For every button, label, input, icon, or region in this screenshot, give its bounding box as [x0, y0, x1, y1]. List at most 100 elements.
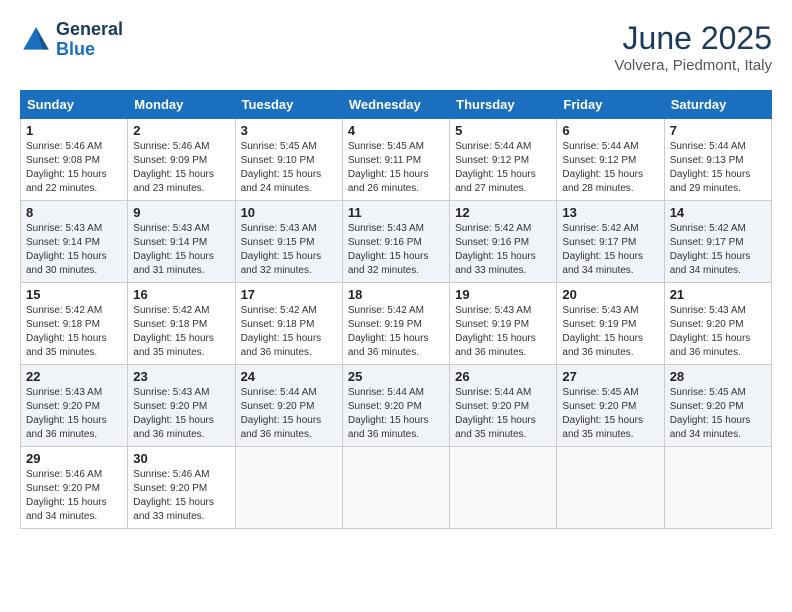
calendar-cell: 17 Sunrise: 5:42 AM Sunset: 9:18 PM Dayl… [235, 283, 342, 365]
day-number: 2 [133, 123, 229, 138]
day-number: 12 [455, 205, 551, 220]
day-info: Sunrise: 5:42 AM Sunset: 9:17 PM Dayligh… [670, 222, 766, 278]
calendar-cell: 9 Sunrise: 5:43 AM Sunset: 9:14 PM Dayli… [128, 201, 235, 283]
day-info: Sunrise: 5:42 AM Sunset: 9:18 PM Dayligh… [133, 304, 229, 360]
day-info: Sunrise: 5:46 AM Sunset: 9:08 PM Dayligh… [26, 140, 122, 196]
day-info: Sunrise: 5:42 AM Sunset: 9:17 PM Dayligh… [562, 222, 658, 278]
calendar-cell: 10 Sunrise: 5:43 AM Sunset: 9:15 PM Dayl… [235, 201, 342, 283]
calendar-cell: 14 Sunrise: 5:42 AM Sunset: 9:17 PM Dayl… [664, 201, 771, 283]
calendar-cell: 16 Sunrise: 5:42 AM Sunset: 9:18 PM Dayl… [128, 283, 235, 365]
calendar-cell: 2 Sunrise: 5:46 AM Sunset: 9:09 PM Dayli… [128, 119, 235, 201]
title-block: June 2025 Volvera, Piedmont, Italy [614, 20, 772, 74]
day-info: Sunrise: 5:44 AM Sunset: 9:20 PM Dayligh… [348, 386, 444, 442]
day-info: Sunrise: 5:42 AM Sunset: 9:18 PM Dayligh… [26, 304, 122, 360]
calendar-cell: 15 Sunrise: 5:42 AM Sunset: 9:18 PM Dayl… [21, 283, 128, 365]
calendar-header-monday: Monday [128, 91, 235, 119]
calendar-cell: 25 Sunrise: 5:44 AM Sunset: 9:20 PM Dayl… [342, 365, 449, 447]
calendar-cell: 30 Sunrise: 5:46 AM Sunset: 9:20 PM Dayl… [128, 447, 235, 529]
calendar-cell: 7 Sunrise: 5:44 AM Sunset: 9:13 PM Dayli… [664, 119, 771, 201]
day-info: Sunrise: 5:45 AM Sunset: 9:20 PM Dayligh… [562, 386, 658, 442]
month-title: June 2025 [614, 20, 772, 57]
day-number: 4 [348, 123, 444, 138]
day-number: 9 [133, 205, 229, 220]
day-info: Sunrise: 5:46 AM Sunset: 9:09 PM Dayligh… [133, 140, 229, 196]
calendar-cell: 24 Sunrise: 5:44 AM Sunset: 9:20 PM Dayl… [235, 365, 342, 447]
calendar-header-row: SundayMondayTuesdayWednesdayThursdayFrid… [21, 91, 772, 119]
calendar-header-sunday: Sunday [21, 91, 128, 119]
calendar-cell [342, 447, 449, 529]
calendar-cell: 22 Sunrise: 5:43 AM Sunset: 9:20 PM Dayl… [21, 365, 128, 447]
day-info: Sunrise: 5:45 AM Sunset: 9:20 PM Dayligh… [670, 386, 766, 442]
day-number: 7 [670, 123, 766, 138]
calendar-header-tuesday: Tuesday [235, 91, 342, 119]
calendar-week-1: 1 Sunrise: 5:46 AM Sunset: 9:08 PM Dayli… [21, 119, 772, 201]
calendar-cell [235, 447, 342, 529]
calendar-table: SundayMondayTuesdayWednesdayThursdayFrid… [20, 90, 772, 529]
calendar-cell: 28 Sunrise: 5:45 AM Sunset: 9:20 PM Dayl… [664, 365, 771, 447]
day-info: Sunrise: 5:42 AM Sunset: 9:18 PM Dayligh… [241, 304, 337, 360]
calendar-week-2: 8 Sunrise: 5:43 AM Sunset: 9:14 PM Dayli… [21, 201, 772, 283]
calendar-week-5: 29 Sunrise: 5:46 AM Sunset: 9:20 PM Dayl… [21, 447, 772, 529]
location-subtitle: Volvera, Piedmont, Italy [614, 57, 772, 74]
day-number: 18 [348, 287, 444, 302]
calendar-cell: 1 Sunrise: 5:46 AM Sunset: 9:08 PM Dayli… [21, 119, 128, 201]
day-info: Sunrise: 5:43 AM Sunset: 9:14 PM Dayligh… [26, 222, 122, 278]
day-number: 24 [241, 369, 337, 384]
day-number: 15 [26, 287, 122, 302]
logo-icon [20, 24, 52, 56]
calendar-cell [557, 447, 664, 529]
calendar-cell: 26 Sunrise: 5:44 AM Sunset: 9:20 PM Dayl… [450, 365, 557, 447]
calendar-week-4: 22 Sunrise: 5:43 AM Sunset: 9:20 PM Dayl… [21, 365, 772, 447]
day-number: 30 [133, 451, 229, 466]
day-info: Sunrise: 5:43 AM Sunset: 9:19 PM Dayligh… [455, 304, 551, 360]
day-number: 13 [562, 205, 658, 220]
logo: General Blue [20, 20, 123, 60]
day-number: 19 [455, 287, 551, 302]
day-info: Sunrise: 5:44 AM Sunset: 9:12 PM Dayligh… [562, 140, 658, 196]
day-number: 23 [133, 369, 229, 384]
day-number: 27 [562, 369, 658, 384]
day-number: 3 [241, 123, 337, 138]
calendar-cell: 29 Sunrise: 5:46 AM Sunset: 9:20 PM Dayl… [21, 447, 128, 529]
calendar-cell: 6 Sunrise: 5:44 AM Sunset: 9:12 PM Dayli… [557, 119, 664, 201]
day-number: 29 [26, 451, 122, 466]
day-info: Sunrise: 5:44 AM Sunset: 9:13 PM Dayligh… [670, 140, 766, 196]
calendar-header-saturday: Saturday [664, 91, 771, 119]
day-info: Sunrise: 5:45 AM Sunset: 9:11 PM Dayligh… [348, 140, 444, 196]
calendar-cell: 21 Sunrise: 5:43 AM Sunset: 9:20 PM Dayl… [664, 283, 771, 365]
calendar-header-thursday: Thursday [450, 91, 557, 119]
day-info: Sunrise: 5:42 AM Sunset: 9:16 PM Dayligh… [455, 222, 551, 278]
day-info: Sunrise: 5:43 AM Sunset: 9:20 PM Dayligh… [26, 386, 122, 442]
day-number: 16 [133, 287, 229, 302]
day-number: 21 [670, 287, 766, 302]
day-info: Sunrise: 5:44 AM Sunset: 9:20 PM Dayligh… [455, 386, 551, 442]
day-number: 11 [348, 205, 444, 220]
day-info: Sunrise: 5:44 AM Sunset: 9:20 PM Dayligh… [241, 386, 337, 442]
calendar-week-3: 15 Sunrise: 5:42 AM Sunset: 9:18 PM Dayl… [21, 283, 772, 365]
day-info: Sunrise: 5:43 AM Sunset: 9:20 PM Dayligh… [133, 386, 229, 442]
calendar-cell: 20 Sunrise: 5:43 AM Sunset: 9:19 PM Dayl… [557, 283, 664, 365]
calendar-cell: 8 Sunrise: 5:43 AM Sunset: 9:14 PM Dayli… [21, 201, 128, 283]
day-number: 6 [562, 123, 658, 138]
day-info: Sunrise: 5:43 AM Sunset: 9:20 PM Dayligh… [670, 304, 766, 360]
calendar-cell: 5 Sunrise: 5:44 AM Sunset: 9:12 PM Dayli… [450, 119, 557, 201]
day-number: 10 [241, 205, 337, 220]
day-info: Sunrise: 5:45 AM Sunset: 9:10 PM Dayligh… [241, 140, 337, 196]
day-number: 26 [455, 369, 551, 384]
calendar-cell: 11 Sunrise: 5:43 AM Sunset: 9:16 PM Dayl… [342, 201, 449, 283]
day-info: Sunrise: 5:43 AM Sunset: 9:19 PM Dayligh… [562, 304, 658, 360]
day-number: 25 [348, 369, 444, 384]
calendar-cell: 19 Sunrise: 5:43 AM Sunset: 9:19 PM Dayl… [450, 283, 557, 365]
day-info: Sunrise: 5:43 AM Sunset: 9:15 PM Dayligh… [241, 222, 337, 278]
day-info: Sunrise: 5:43 AM Sunset: 9:16 PM Dayligh… [348, 222, 444, 278]
day-number: 22 [26, 369, 122, 384]
calendar-header-wednesday: Wednesday [342, 91, 449, 119]
day-info: Sunrise: 5:43 AM Sunset: 9:14 PM Dayligh… [133, 222, 229, 278]
calendar-cell: 4 Sunrise: 5:45 AM Sunset: 9:11 PM Dayli… [342, 119, 449, 201]
day-info: Sunrise: 5:46 AM Sunset: 9:20 PM Dayligh… [26, 468, 122, 524]
day-info: Sunrise: 5:46 AM Sunset: 9:20 PM Dayligh… [133, 468, 229, 524]
calendar-cell: 13 Sunrise: 5:42 AM Sunset: 9:17 PM Dayl… [557, 201, 664, 283]
logo-text: General Blue [56, 20, 123, 60]
calendar-cell [664, 447, 771, 529]
day-number: 20 [562, 287, 658, 302]
